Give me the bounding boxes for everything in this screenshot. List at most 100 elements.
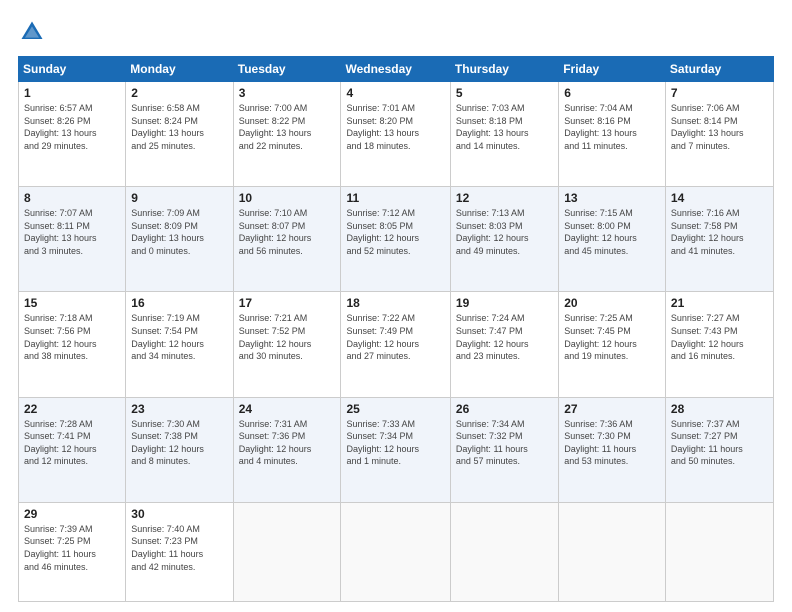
calendar-cell: 11Sunrise: 7:12 AM Sunset: 8:05 PM Dayli… [341,187,450,292]
calendar-cell [559,502,666,601]
day-number: 20 [564,296,660,310]
day-info: Sunrise: 7:39 AM Sunset: 7:25 PM Dayligh… [24,523,120,573]
day-number: 2 [131,86,227,100]
day-info: Sunrise: 7:07 AM Sunset: 8:11 PM Dayligh… [24,207,120,257]
calendar-week-2: 15 Sunrise: 7:18 AM Sunset: 7:56 PM Dayli… [19,292,774,397]
day-info: Sunrise: 6:58 AM Sunset: 8:24 PM Dayligh… [131,102,227,152]
calendar-cell: 1Sunrise: 6:57 AM Sunset: 8:26 PM Daylig… [19,82,126,187]
header [18,18,774,46]
day-number: 3 [239,86,336,100]
calendar-cell: 23 Sunrise: 7:30 AM Sunset: 7:38 PM Dayli… [126,397,233,502]
calendar-cell: 27 Sunrise: 7:36 AM Sunset: 7:30 PM Dayli… [559,397,666,502]
day-info: Sunrise: 7:40 AM Sunset: 7:23 PM Dayligh… [131,523,227,573]
day-number: 10 [239,191,336,205]
calendar-body: 1Sunrise: 6:57 AM Sunset: 8:26 PM Daylig… [19,82,774,602]
calendar-cell: 14 Sunrise: 7:16 AM Sunset: 7:58 PM Dayli… [665,187,773,292]
day-info: Sunrise: 7:04 AM Sunset: 8:16 PM Dayligh… [564,102,660,152]
calendar-cell [450,502,558,601]
weekday-header-friday: Friday [559,57,666,82]
calendar-cell: 8 Sunrise: 7:07 AM Sunset: 8:11 PM Daylig… [19,187,126,292]
day-number: 14 [671,191,768,205]
calendar-cell: 6Sunrise: 7:04 AM Sunset: 8:16 PM Daylig… [559,82,666,187]
day-info: Sunrise: 7:10 AM Sunset: 8:07 PM Dayligh… [239,207,336,257]
day-info: Sunrise: 7:03 AM Sunset: 8:18 PM Dayligh… [456,102,553,152]
day-number: 16 [131,296,227,310]
day-info: Sunrise: 7:24 AM Sunset: 7:47 PM Dayligh… [456,312,553,362]
calendar-cell: 4 Sunrise: 7:01 AM Sunset: 8:20 PM Daylig… [341,82,450,187]
day-number: 17 [239,296,336,310]
day-info: Sunrise: 7:37 AM Sunset: 7:27 PM Dayligh… [671,418,768,468]
day-number: 19 [456,296,553,310]
day-number: 11 [346,191,444,205]
calendar-cell: 3 Sunrise: 7:00 AM Sunset: 8:22 PM Daylig… [233,82,341,187]
calendar-cell: 13 Sunrise: 7:15 AM Sunset: 8:00 PM Dayli… [559,187,666,292]
calendar-cell: 28Sunrise: 7:37 AM Sunset: 7:27 PM Dayli… [665,397,773,502]
weekday-header-wednesday: Wednesday [341,57,450,82]
day-number: 15 [24,296,120,310]
day-number: 30 [131,507,227,521]
day-info: Sunrise: 7:31 AM Sunset: 7:36 PM Dayligh… [239,418,336,468]
day-number: 13 [564,191,660,205]
calendar-cell: 30 Sunrise: 7:40 AM Sunset: 7:23 PM Dayli… [126,502,233,601]
calendar-cell [233,502,341,601]
calendar: SundayMondayTuesdayWednesdayThursdayFrid… [18,56,774,602]
day-number: 26 [456,402,553,416]
logo [18,18,50,46]
calendar-cell: 12 Sunrise: 7:13 AM Sunset: 8:03 PM Dayli… [450,187,558,292]
calendar-cell: 18 Sunrise: 7:22 AM Sunset: 7:49 PM Dayli… [341,292,450,397]
calendar-cell: 21Sunrise: 7:27 AM Sunset: 7:43 PM Dayli… [665,292,773,397]
day-info: Sunrise: 7:30 AM Sunset: 7:38 PM Dayligh… [131,418,227,468]
calendar-cell: 15 Sunrise: 7:18 AM Sunset: 7:56 PM Dayli… [19,292,126,397]
day-number: 5 [456,86,553,100]
day-number: 22 [24,402,120,416]
calendar-cell: 17 Sunrise: 7:21 AM Sunset: 7:52 PM Dayli… [233,292,341,397]
day-number: 27 [564,402,660,416]
day-info: Sunrise: 7:01 AM Sunset: 8:20 PM Dayligh… [346,102,444,152]
calendar-week-4: 29 Sunrise: 7:39 AM Sunset: 7:25 PM Dayli… [19,502,774,601]
calendar-week-3: 22Sunrise: 7:28 AM Sunset: 7:41 PM Dayli… [19,397,774,502]
day-number: 24 [239,402,336,416]
day-number: 12 [456,191,553,205]
calendar-cell: 22Sunrise: 7:28 AM Sunset: 7:41 PM Dayli… [19,397,126,502]
calendar-cell [665,502,773,601]
day-number: 23 [131,402,227,416]
calendar-cell: 7Sunrise: 7:06 AM Sunset: 8:14 PM Daylig… [665,82,773,187]
calendar-cell: 29 Sunrise: 7:39 AM Sunset: 7:25 PM Dayli… [19,502,126,601]
calendar-cell: 24 Sunrise: 7:31 AM Sunset: 7:36 PM Dayli… [233,397,341,502]
day-info: Sunrise: 7:13 AM Sunset: 8:03 PM Dayligh… [456,207,553,257]
calendar-cell: 10 Sunrise: 7:10 AM Sunset: 8:07 PM Dayli… [233,187,341,292]
page: SundayMondayTuesdayWednesdayThursdayFrid… [0,0,792,612]
day-info: Sunrise: 6:57 AM Sunset: 8:26 PM Dayligh… [24,102,120,152]
day-info: Sunrise: 7:18 AM Sunset: 7:56 PM Dayligh… [24,312,120,362]
day-info: Sunrise: 7:22 AM Sunset: 7:49 PM Dayligh… [346,312,444,362]
day-info: Sunrise: 7:33 AM Sunset: 7:34 PM Dayligh… [346,418,444,468]
day-number: 8 [24,191,120,205]
day-number: 29 [24,507,120,521]
day-info: Sunrise: 7:00 AM Sunset: 8:22 PM Dayligh… [239,102,336,152]
day-info: Sunrise: 7:36 AM Sunset: 7:30 PM Dayligh… [564,418,660,468]
calendar-cell: 26 Sunrise: 7:34 AM Sunset: 7:32 PM Dayli… [450,397,558,502]
logo-icon [18,18,46,46]
day-number: 9 [131,191,227,205]
weekday-header-saturday: Saturday [665,57,773,82]
calendar-cell: 2 Sunrise: 6:58 AM Sunset: 8:24 PM Daylig… [126,82,233,187]
day-number: 18 [346,296,444,310]
day-info: Sunrise: 7:27 AM Sunset: 7:43 PM Dayligh… [671,312,768,362]
day-info: Sunrise: 7:16 AM Sunset: 7:58 PM Dayligh… [671,207,768,257]
calendar-week-1: 8 Sunrise: 7:07 AM Sunset: 8:11 PM Daylig… [19,187,774,292]
calendar-cell: 16Sunrise: 7:19 AM Sunset: 7:54 PM Dayli… [126,292,233,397]
day-info: Sunrise: 7:25 AM Sunset: 7:45 PM Dayligh… [564,312,660,362]
calendar-header: SundayMondayTuesdayWednesdayThursdayFrid… [19,57,774,82]
day-info: Sunrise: 7:15 AM Sunset: 8:00 PM Dayligh… [564,207,660,257]
weekday-header-tuesday: Tuesday [233,57,341,82]
day-number: 25 [346,402,444,416]
day-info: Sunrise: 7:34 AM Sunset: 7:32 PM Dayligh… [456,418,553,468]
calendar-cell: 25 Sunrise: 7:33 AM Sunset: 7:34 PM Dayli… [341,397,450,502]
day-number: 4 [346,86,444,100]
day-number: 7 [671,86,768,100]
calendar-week-0: 1Sunrise: 6:57 AM Sunset: 8:26 PM Daylig… [19,82,774,187]
calendar-cell: 20 Sunrise: 7:25 AM Sunset: 7:45 PM Dayli… [559,292,666,397]
day-info: Sunrise: 7:21 AM Sunset: 7:52 PM Dayligh… [239,312,336,362]
weekday-header-monday: Monday [126,57,233,82]
weekday-row: SundayMondayTuesdayWednesdayThursdayFrid… [19,57,774,82]
